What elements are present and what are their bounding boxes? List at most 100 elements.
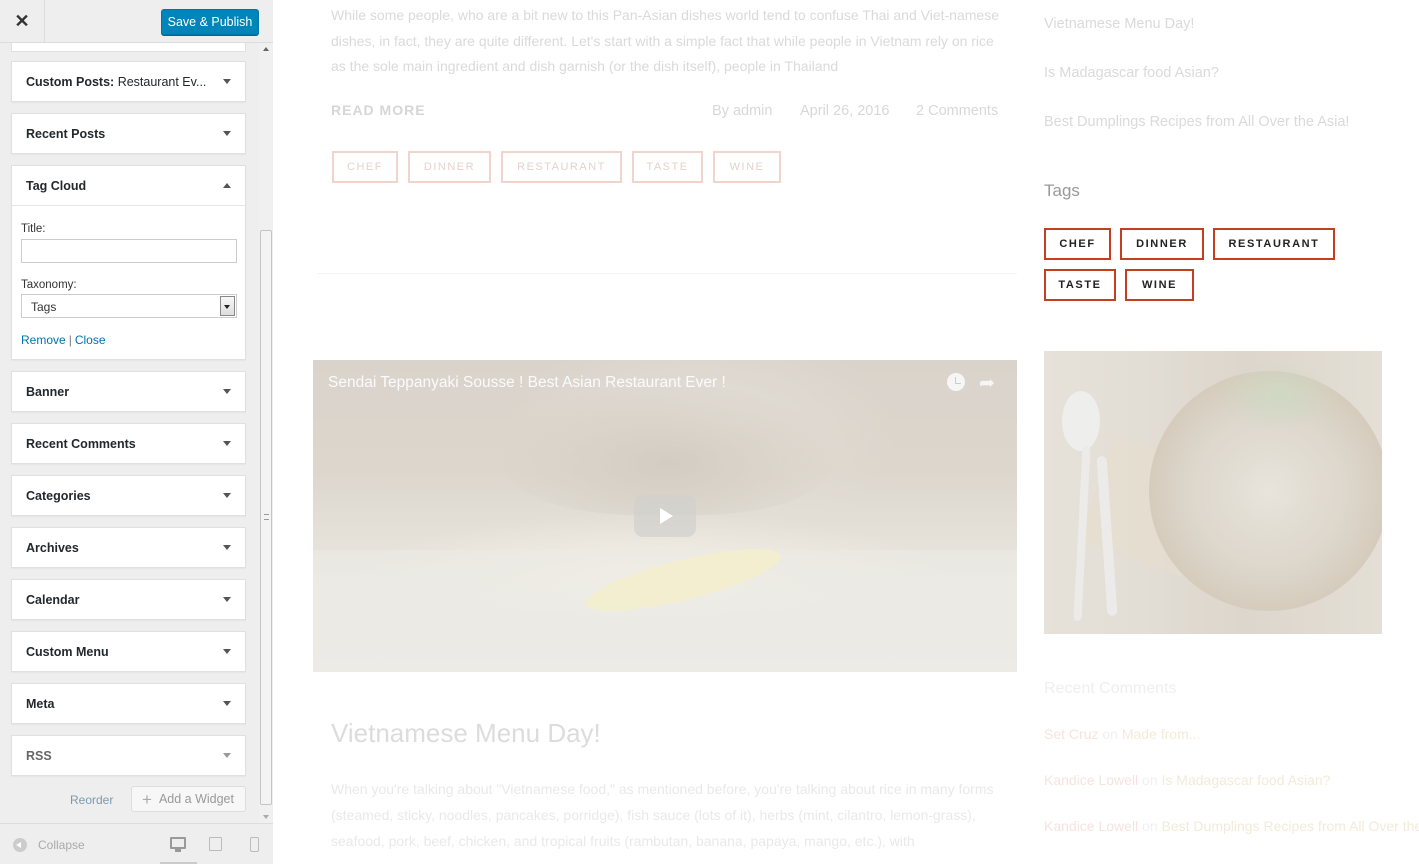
widget-custom-posts[interactable]: Custom Posts: Restaurant Ev... [11, 61, 246, 102]
recent-post-link[interactable]: Vietnamese Menu Day! [1044, 16, 1194, 32]
comment-post-link[interactable]: Is Madagascar food Asian? [1162, 772, 1331, 788]
save-publish-button[interactable]: Save & Publish [161, 9, 259, 35]
close-link[interactable]: Close [75, 333, 106, 347]
post-text: When you're talking about "Vietnamese fo… [331, 781, 994, 849]
widget-partial [11, 43, 246, 52]
tag-cloud-item[interactable]: RESTAURANT [1213, 228, 1335, 260]
chevron-down-icon[interactable] [223, 545, 231, 550]
comment-author[interactable]: Kandice Lowell [1044, 818, 1138, 834]
play-icon [660, 508, 673, 524]
widget-rss[interactable]: RSS [11, 735, 246, 776]
reorder-link[interactable]: Reorder [70, 793, 113, 807]
tag-cloud-item[interactable]: DINNER [1120, 228, 1204, 260]
video-title[interactable]: Sendai Teppanyaki Sousse ! Best Asian Re… [328, 374, 726, 392]
desktop-preview-icon[interactable] [170, 837, 186, 852]
widget-title: Archives [26, 541, 79, 555]
site-preview: While some people, who are a bit new to … [274, 0, 1419, 864]
chevron-down-icon[interactable] [223, 597, 231, 602]
recent-comment: Set Cruz on Made from... [1044, 726, 1201, 742]
customizer-header: ✕ Save & Publish [0, 0, 273, 43]
chevron-down-icon[interactable] [223, 131, 231, 136]
post-title[interactable]: Vietnamese Menu Day! [331, 718, 601, 749]
chevron-down-icon[interactable] [223, 701, 231, 706]
comment-author[interactable]: Kandice Lowell [1044, 772, 1138, 788]
post-tag[interactable]: RESTAURANT [501, 151, 622, 183]
widget-calendar[interactable]: Calendar [11, 579, 246, 620]
scroll-down-icon[interactable] [263, 815, 269, 819]
post-date[interactable]: April 26, 2016 [800, 103, 889, 119]
post-tag[interactable]: CHEF [332, 151, 398, 183]
taxonomy-selected-value: Tags [31, 300, 57, 314]
tags-heading: Tags [1044, 181, 1080, 200]
post-comments-count[interactable]: 2 Comments [916, 103, 998, 119]
widget-actions: Remove | Close [21, 333, 106, 347]
add-widget-button[interactable]: + Add a Widget [131, 786, 246, 812]
widget-categories[interactable]: Categories [11, 475, 246, 516]
widget-title: Custom Posts: Restaurant Ev... [26, 75, 207, 89]
tag-cloud-item[interactable]: CHEF [1044, 228, 1111, 260]
close-customizer-button[interactable]: ✕ [0, 0, 45, 43]
watch-later-icon[interactable] [947, 373, 965, 391]
recent-post-link[interactable]: Is Madagascar food Asian? [1044, 65, 1219, 81]
widget-title: RSS [26, 749, 52, 763]
widget-title: Calendar [26, 593, 80, 607]
chevron-down-icon[interactable] [223, 79, 231, 84]
tablet-preview-icon[interactable] [209, 837, 222, 851]
widget-title: Recent Posts [26, 127, 106, 141]
widget-title: Custom Menu [26, 645, 109, 659]
scrollbar[interactable] [259, 43, 273, 823]
post-excerpt: While some people, who are a bit new to … [331, 7, 999, 74]
chevron-down-icon[interactable] [223, 753, 231, 758]
chevron-up-icon[interactable] [223, 183, 231, 188]
mobile-preview-icon[interactable] [250, 837, 259, 852]
remove-link[interactable]: Remove [21, 333, 66, 347]
widget-title: Categories [26, 489, 91, 503]
add-widget-label: Add a Widget [158, 792, 234, 806]
plus-icon: + [142, 789, 152, 809]
taxonomy-label: Taxonomy: [21, 279, 77, 291]
comment-post-link[interactable]: Made from... [1122, 726, 1201, 742]
chevron-down-icon[interactable] [223, 441, 231, 446]
share-icon[interactable]: ➦ [979, 374, 995, 393]
scrollbar-thumb[interactable] [260, 230, 272, 805]
widget-title: Banner [26, 385, 70, 399]
comment-post-link[interactable]: Best Dumplings Recipes from All Over the… [1162, 818, 1419, 834]
post-tag[interactable]: WINE [713, 151, 781, 183]
collapse-icon[interactable] [13, 838, 27, 852]
chevron-down-icon[interactable] [223, 493, 231, 498]
widget-meta[interactable]: Meta [11, 683, 246, 724]
title-input[interactable] [21, 239, 237, 263]
widget-recent-posts[interactable]: Recent Posts [11, 113, 246, 154]
widget-recent-comments[interactable]: Recent Comments [11, 423, 246, 464]
spoon [1062, 391, 1100, 451]
play-button[interactable] [634, 495, 696, 537]
chevron-down-icon[interactable] [223, 389, 231, 394]
tag-cloud-item[interactable]: TASTE [1044, 269, 1116, 301]
chevron-down-icon[interactable] [223, 649, 231, 654]
video-embed[interactable]: Sendai Teppanyaki Sousse ! Best Asian Re… [313, 360, 1017, 672]
widget-custom-menu[interactable]: Custom Menu [11, 631, 246, 672]
post-author[interactable]: By admin [712, 103, 772, 119]
taxonomy-select[interactable]: Tags [21, 294, 237, 318]
select-dropdown-icon[interactable] [220, 296, 235, 316]
collapse-button[interactable]: Collapse [38, 838, 85, 852]
tag-cloud-item[interactable]: WINE [1125, 269, 1194, 301]
recent-comment: Kandice Lowell on Is Madagascar food Asi… [1044, 772, 1331, 788]
recent-post-link[interactable]: Best Dumplings Recipes from All Over the… [1044, 114, 1349, 130]
read-more-link[interactable]: READ MORE [331, 102, 426, 118]
post-tag[interactable]: TASTE [632, 151, 703, 183]
banner-image[interactable] [1044, 351, 1382, 634]
widget-title: Meta [26, 697, 55, 711]
customizer-footer: Collapse [0, 823, 273, 864]
comment-author[interactable]: Set Cruz [1044, 726, 1098, 742]
widget-archives[interactable]: Archives [11, 527, 246, 568]
customizer-sidebar: ✕ Save & Publish Custom Posts: Restauran… [0, 0, 273, 864]
widget-title: Tag Cloud [26, 179, 87, 193]
post-tag[interactable]: DINNER [408, 151, 491, 183]
recent-comments-heading: Recent Comments [1044, 680, 1177, 697]
grip-icon [264, 514, 269, 520]
title-label: Title: [21, 223, 46, 235]
scroll-up-icon[interactable] [263, 47, 269, 51]
widget-banner[interactable]: Banner [11, 371, 246, 412]
separator: | [68, 333, 72, 347]
